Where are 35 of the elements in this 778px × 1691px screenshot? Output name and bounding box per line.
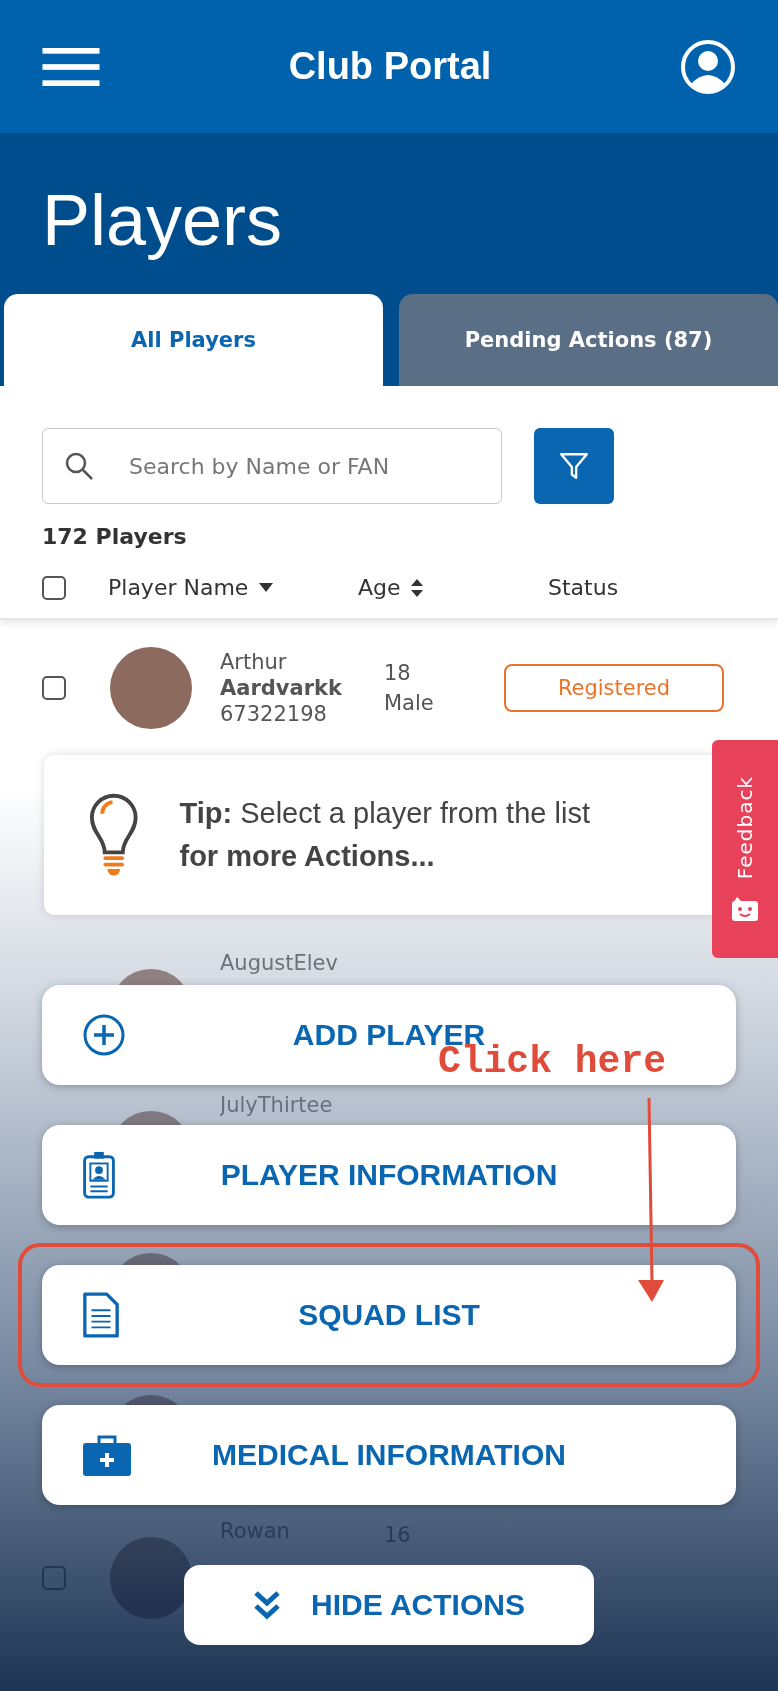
smiley-icon	[731, 895, 759, 922]
app-title: Club Portal	[288, 45, 492, 88]
column-header[interactable]: Age	[358, 575, 508, 601]
menu-icon[interactable]	[42, 47, 100, 86]
document-icon	[82, 1291, 120, 1339]
player-first-name: Arthur	[220, 649, 288, 674]
plus-circle-icon	[82, 1013, 126, 1057]
search-field[interactable]: Search by Name or FAN	[42, 428, 502, 505]
page-title: Players	[42, 181, 284, 261]
column-header[interactable]: Player Name	[108, 575, 358, 601]
tab[interactable]: Pending Actions (87)	[399, 294, 778, 387]
player-count: 172 Players	[41, 523, 188, 550]
action-button[interactable]: MEDICAL INFORMATION	[42, 1405, 736, 1505]
tab[interactable]: All Players	[4, 294, 383, 387]
select-all-checkbox[interactable]	[42, 575, 66, 600]
column-header[interactable]: Status	[548, 575, 619, 601]
row-checkbox[interactable]	[42, 675, 66, 700]
filter-button[interactable]	[534, 428, 614, 505]
player-age: 18	[384, 660, 412, 685]
double-chevron-down-icon	[253, 1590, 282, 1620]
sort-down-icon	[258, 582, 275, 593]
user-icon[interactable]	[680, 38, 736, 95]
tip-text: Tip: Select a player from the list for more Actions...	[179, 795, 591, 875]
player-last-name: Aardvarkk	[220, 675, 343, 700]
player-gender: Male	[384, 690, 435, 715]
feedback-tab[interactable]: Feedback	[712, 740, 778, 958]
player-first-name: AugustElev	[220, 951, 339, 976]
row-checkbox[interactable]	[42, 1566, 66, 1591]
id-badge-icon	[82, 1151, 116, 1199]
search-icon	[64, 451, 94, 482]
medical-kit-icon	[82, 1433, 132, 1477]
status-badge: Registered	[504, 663, 724, 712]
player-fan: 67322198	[220, 701, 328, 726]
sort-icon	[410, 578, 423, 597]
hide-actions-button[interactable]: HIDE ACTIONS	[184, 1565, 594, 1645]
